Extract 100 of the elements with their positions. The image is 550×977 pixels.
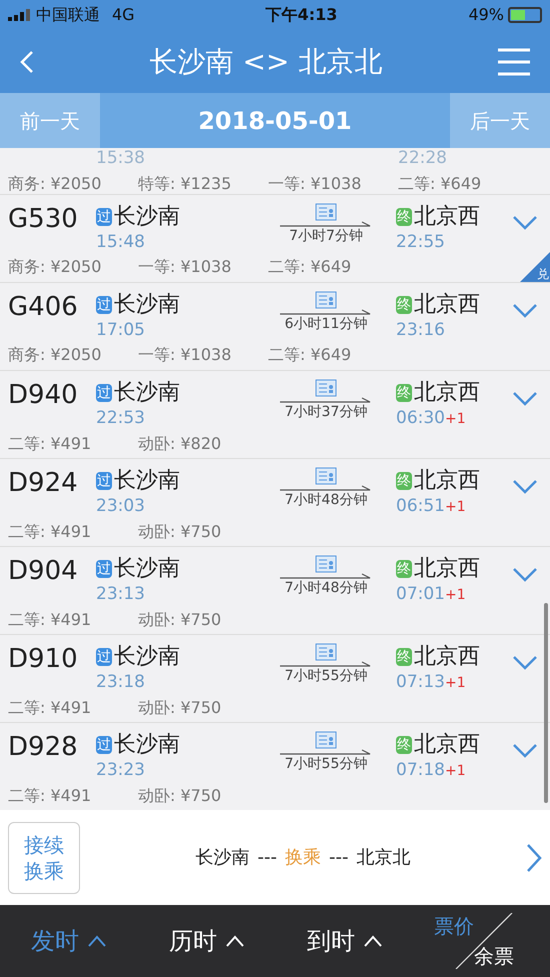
next-day-mark: +1: [445, 586, 466, 605]
train-number: D904: [8, 555, 79, 587]
chevron-right-icon[interactable]: [526, 842, 542, 872]
depart-time: 23:18: [96, 671, 146, 693]
slash-icon: [454, 913, 514, 969]
chevron-down-icon[interactable]: [512, 479, 538, 495]
caret-up-icon: [225, 935, 245, 947]
seat-price: 商务: ¥2050: [8, 345, 102, 364]
pass-badge: 过: [96, 208, 112, 226]
sort-tab[interactable]: 发时: [0, 923, 138, 959]
from-station: 长沙南: [114, 731, 180, 759]
price-remaining-toggle[interactable]: 票价 余票: [414, 911, 550, 971]
train-number: G406: [8, 291, 79, 323]
seat-price: 一等: ¥1038: [138, 257, 232, 276]
next-day-mark: +1: [445, 410, 466, 429]
arrive-time: 23:16: [396, 319, 445, 341]
sort-tab[interactable]: 历时: [138, 923, 276, 959]
arrive-time: 22:55: [396, 231, 445, 253]
seat-price: 二等: ¥491: [8, 434, 92, 453]
ticket-icon: [315, 731, 337, 749]
from-station: 长沙南: [196, 846, 250, 870]
sort-tab[interactable]: 到时: [276, 923, 414, 959]
seat-price: 特等: ¥1235: [138, 174, 232, 193]
chevron-down-icon[interactable]: [512, 655, 538, 671]
battery-icon: [508, 7, 542, 23]
arrive-time: 07:13: [396, 671, 445, 693]
from-station: 长沙南: [114, 643, 180, 671]
arrive-time: 07:18: [396, 759, 445, 781]
ticket-icon: [315, 379, 337, 397]
to-station: 北京西: [414, 555, 480, 583]
duration: 7小时55分钟: [284, 755, 368, 773]
chevron-down-icon[interactable]: [512, 567, 538, 583]
arrive-time: 07:01: [396, 583, 445, 605]
transfer-button[interactable]: 接续 换乘: [8, 822, 80, 894]
duration: 7小时55分钟: [284, 667, 368, 685]
to-station: 北京西: [414, 731, 480, 759]
clock: 下午4:13: [266, 4, 338, 26]
train-number: D940: [8, 379, 79, 411]
duration: 7小时48分钟: [284, 491, 368, 509]
seat-price: 商务: ¥2050: [8, 174, 102, 193]
duration: 7小时7分钟: [289, 227, 363, 245]
seat-price: 二等: ¥491: [8, 610, 92, 629]
pass-badge: 过: [96, 560, 112, 578]
chevron-down-icon[interactable]: [512, 743, 538, 759]
depart-time: 15:48: [96, 231, 146, 253]
seat-price: 动卧: ¥750: [138, 698, 222, 717]
ticket-icon: [315, 291, 337, 309]
ticket-icon: [315, 643, 337, 661]
battery-percent: 49%: [468, 4, 504, 26]
carrier: 中国联通: [36, 4, 100, 26]
seat-price: 一等: ¥1038: [138, 345, 232, 364]
caret-up-icon: [363, 935, 383, 947]
to-station: 北京西: [414, 203, 480, 231]
from-station: 长沙南: [114, 555, 180, 583]
from-station: 长沙南: [114, 203, 180, 231]
chevron-down-icon[interactable]: [512, 391, 538, 407]
chevron-down-icon[interactable]: [512, 215, 538, 231]
ticket-icon: [315, 467, 337, 485]
from-station: 长沙南: [114, 291, 180, 319]
seat-price: 一等: ¥1038: [268, 174, 362, 193]
terminal-badge: 终: [396, 560, 412, 578]
ticket-icon: [315, 555, 337, 573]
depart-time: 17:05: [96, 319, 146, 341]
seat-price: 二等: ¥491: [8, 786, 92, 805]
pass-badge: 过: [96, 648, 112, 666]
from-station: 长沙南: [114, 467, 180, 495]
dashes: ---: [329, 846, 348, 870]
dashes: ---: [258, 846, 277, 870]
seat-price: 二等: ¥491: [8, 698, 92, 717]
seat-price: 动卧: ¥750: [138, 786, 222, 805]
page-title: 长沙南 <> 北京北: [148, 44, 384, 80]
arrive-time: 06:30: [396, 407, 445, 429]
arrive-time: 06:51: [396, 495, 445, 517]
seat-price: 商务: ¥2050: [8, 257, 102, 276]
depart-time: 23:03: [96, 495, 146, 517]
to-station: 北京西: [414, 291, 480, 319]
seat-price: 二等: ¥491: [8, 522, 92, 541]
next-day-mark: +1: [445, 674, 466, 693]
pass-badge: 过: [96, 472, 112, 490]
chevron-down-icon[interactable]: [512, 303, 538, 319]
menu-icon[interactable]: [498, 48, 530, 76]
from-station: 长沙南: [114, 379, 180, 407]
to-station: 北京西: [414, 379, 480, 407]
network-type: 4G: [112, 4, 135, 26]
next-day-mark: +1: [445, 498, 466, 517]
transfer-label: 换乘: [285, 846, 321, 870]
duration: 7小时37分钟: [284, 403, 368, 421]
to-station: 北京西: [414, 467, 480, 495]
terminal-badge: 终: [396, 384, 412, 402]
seat-price: 二等: ¥649: [398, 174, 482, 193]
terminal-badge: 终: [396, 736, 412, 754]
depart-time: 15:38: [96, 148, 145, 168]
train-number: D924: [8, 467, 79, 499]
signal-icon: [8, 9, 32, 21]
next-day-mark: +1: [445, 762, 466, 781]
pass-badge: 过: [96, 384, 112, 402]
seat-price: 二等: ¥649: [268, 257, 352, 276]
terminal-badge: 终: [396, 208, 412, 226]
back-icon[interactable]: [20, 50, 34, 74]
caret-up-icon: [87, 935, 107, 947]
